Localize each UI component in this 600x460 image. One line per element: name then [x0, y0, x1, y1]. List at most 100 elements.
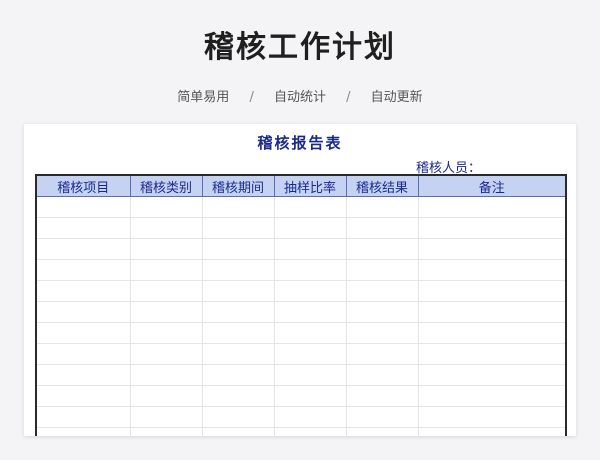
column-header-audit-item: 稽核项目: [35, 174, 131, 197]
table-cell[interactable]: [417, 385, 567, 407]
table-cell[interactable]: [345, 280, 419, 302]
column-header-remarks: 备注: [417, 174, 567, 197]
table-cell[interactable]: [417, 280, 567, 302]
table-cell[interactable]: [129, 322, 203, 344]
table-cell[interactable]: [129, 364, 203, 386]
table-cell[interactable]: [273, 385, 347, 407]
feature-auto-statistics: 自动统计: [273, 90, 326, 105]
table-row: [35, 238, 567, 260]
table-cell[interactable]: [35, 406, 131, 428]
table-cell[interactable]: [345, 406, 419, 428]
table-cell[interactable]: [345, 238, 419, 260]
table-cell[interactable]: [273, 217, 347, 239]
table-cell[interactable]: [35, 259, 131, 281]
table-cell[interactable]: [129, 238, 203, 260]
table-cell[interactable]: [201, 301, 275, 323]
table-cell[interactable]: [129, 301, 203, 323]
table-cell[interactable]: [201, 196, 275, 218]
table-cell[interactable]: [345, 322, 419, 344]
table-cell[interactable]: [201, 343, 275, 365]
table-cell[interactable]: [273, 280, 347, 302]
feature-separator: /: [346, 90, 351, 105]
feature-separator: /: [249, 90, 254, 105]
table-cell[interactable]: [417, 196, 567, 218]
table-cell[interactable]: [417, 217, 567, 239]
table-cell[interactable]: [35, 217, 131, 239]
table-cell[interactable]: [273, 364, 347, 386]
table-row: [35, 259, 567, 281]
table-cell[interactable]: [417, 259, 567, 281]
column-header-audit-category: 稽核类别: [129, 174, 203, 197]
table-cell[interactable]: [201, 406, 275, 428]
table-cell[interactable]: [201, 427, 275, 436]
table-cell[interactable]: [129, 343, 203, 365]
table-cell[interactable]: [273, 196, 347, 218]
table-header-row: 稽核项目 稽核类别 稽核期间 抽样比率 稽核结果 备注: [35, 174, 567, 197]
table-cell[interactable]: [35, 427, 131, 436]
table-cell[interactable]: [35, 322, 131, 344]
table-row: [35, 364, 567, 386]
table-cell[interactable]: [417, 301, 567, 323]
table-row: [35, 301, 567, 323]
table-cell[interactable]: [201, 322, 275, 344]
table-cell[interactable]: [273, 343, 347, 365]
column-header-audit-period: 稽核期间: [201, 174, 275, 197]
table-cell[interactable]: [273, 322, 347, 344]
table-cell[interactable]: [129, 427, 203, 436]
page-title: 稽核工作计划: [204, 30, 396, 65]
table-cell[interactable]: [273, 406, 347, 428]
table-cell[interactable]: [273, 301, 347, 323]
table-cell[interactable]: [129, 406, 203, 428]
feature-auto-update: 自动更新: [370, 90, 423, 105]
table-cell[interactable]: [201, 217, 275, 239]
table-cell[interactable]: [345, 427, 419, 436]
table-cell[interactable]: [345, 364, 419, 386]
table-cell[interactable]: [129, 385, 203, 407]
table-cell[interactable]: [345, 301, 419, 323]
table-cell[interactable]: [417, 238, 567, 260]
table-cell[interactable]: [345, 196, 419, 218]
column-header-sampling-ratio: 抽样比率: [273, 174, 347, 197]
table-cell[interactable]: [129, 217, 203, 239]
table-cell[interactable]: [129, 196, 203, 218]
table-row: [35, 406, 567, 428]
table-cell[interactable]: [129, 259, 203, 281]
table-cell[interactable]: [129, 280, 203, 302]
feature-easy-to-use: 简单易用: [177, 90, 230, 105]
table-row: [35, 427, 567, 436]
table-cell[interactable]: [35, 364, 131, 386]
table-cell[interactable]: [201, 259, 275, 281]
table-cell[interactable]: [35, 343, 131, 365]
table-cell[interactable]: [417, 427, 567, 436]
table-cell[interactable]: [273, 427, 347, 436]
table-cell[interactable]: [273, 259, 347, 281]
table-cell[interactable]: [345, 385, 419, 407]
table-cell[interactable]: [201, 364, 275, 386]
table-cell[interactable]: [35, 238, 131, 260]
table-cell[interactable]: [345, 259, 419, 281]
audit-report-table: 稽核项目 稽核类别 稽核期间 抽样比率 稽核结果 备注: [35, 174, 567, 436]
feature-bar: 简单易用 / 自动统计 / 自动更新: [0, 86, 600, 105]
spreadsheet-preview: 稽核报告表 稽核人员： 稽核项目 稽核类别 稽核期间 抽样比率 稽核结果 备注: [24, 124, 576, 436]
table-body: [35, 196, 567, 436]
column-header-audit-result: 稽核结果: [345, 174, 419, 197]
table-row: [35, 385, 567, 407]
table-cell[interactable]: [35, 196, 131, 218]
table-cell[interactable]: [345, 217, 419, 239]
table-cell[interactable]: [417, 322, 567, 344]
table-cell[interactable]: [35, 385, 131, 407]
table-row: [35, 322, 567, 344]
table-cell[interactable]: [417, 406, 567, 428]
table-cell[interactable]: [417, 364, 567, 386]
table-row: [35, 196, 567, 218]
report-title: 稽核报告表: [257, 134, 343, 152]
table-cell[interactable]: [201, 238, 275, 260]
table-cell[interactable]: [417, 343, 567, 365]
table-row: [35, 343, 567, 365]
table-cell[interactable]: [35, 301, 131, 323]
table-cell[interactable]: [201, 385, 275, 407]
table-cell[interactable]: [35, 280, 131, 302]
table-cell[interactable]: [201, 280, 275, 302]
table-cell[interactable]: [273, 238, 347, 260]
table-cell[interactable]: [345, 343, 419, 365]
